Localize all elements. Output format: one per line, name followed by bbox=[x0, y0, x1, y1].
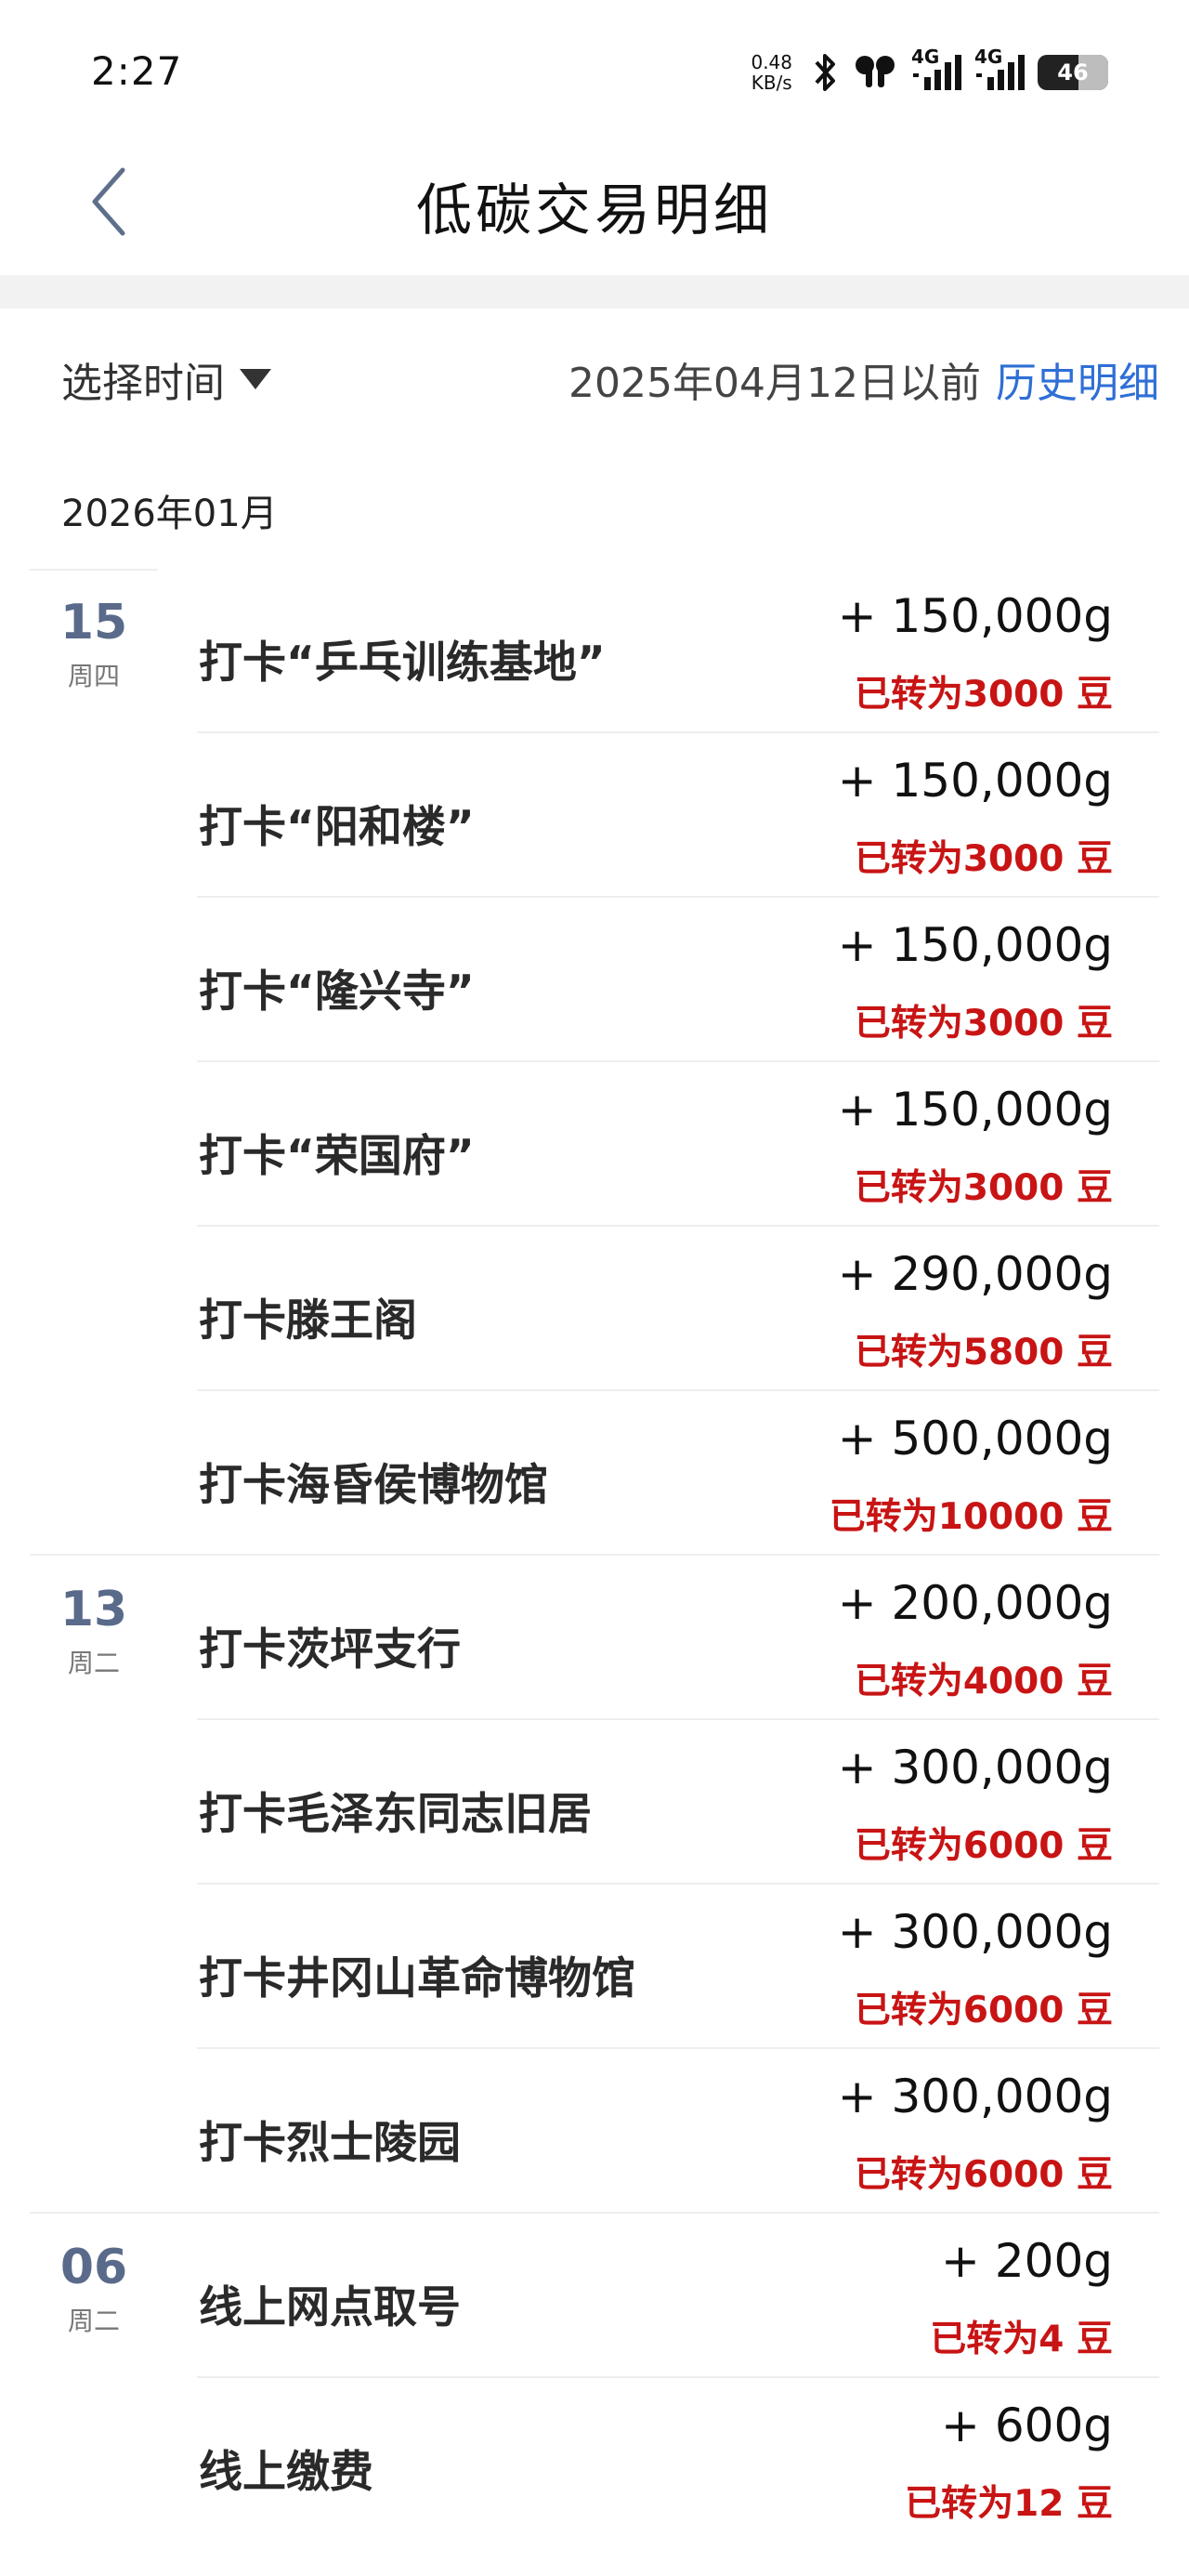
item-title: 打卡“乒乓训练基地” bbox=[199, 637, 606, 689]
item-converted: 已转为12 豆 bbox=[905, 2483, 1113, 2525]
network-speed-value: 0.48 bbox=[751, 51, 792, 73]
select-time-label: 选择时间 bbox=[61, 360, 225, 407]
item-converted: 已转为3000 豆 bbox=[854, 1003, 1113, 1045]
item-converted: 已转为10000 豆 bbox=[829, 1496, 1113, 1538]
item-converted: 已转为6000 豆 bbox=[854, 1825, 1113, 1867]
list-item[interactable]: 打卡“荣国府” + 150,000g 已转为3000 豆 bbox=[0, 1062, 1189, 1227]
item-amount: + 300,000g bbox=[837, 1905, 1113, 1959]
weekday: 周二 bbox=[67, 1648, 120, 1678]
item-converted: 已转为3000 豆 bbox=[854, 1167, 1113, 1209]
item-converted: 已转为6000 豆 bbox=[854, 2154, 1113, 2196]
date-block: 06 周二 bbox=[30, 2214, 158, 2378]
item-title: 打卡烈士陵园 bbox=[199, 2118, 461, 2169]
list-item[interactable]: 打卡毛泽东同志旧居 + 300,000g 已转为6000 豆 bbox=[0, 1720, 1189, 1885]
item-title: 打卡茨坪支行 bbox=[199, 1624, 461, 1676]
day-number: 06 bbox=[59, 2240, 128, 2295]
item-amount: + 200g bbox=[941, 2234, 1113, 2288]
history-details-link[interactable]: 历史明细 bbox=[996, 349, 1159, 409]
item-amount: + 300,000g bbox=[837, 2070, 1113, 2123]
list-item[interactable]: 线上缴费 + 600g 已转为12 豆 bbox=[0, 2378, 1189, 2543]
item-title: 打卡“阳和楼” bbox=[199, 802, 475, 853]
cellular-signal-icon: 4G bbox=[911, 46, 961, 94]
date-note: 2025年04月12日以前 历史明细 bbox=[568, 349, 1159, 409]
cellular-signal-icon-2: 4G bbox=[974, 46, 1025, 94]
item-title: 线上网点取号 bbox=[199, 2282, 461, 2333]
signal-type-label: 4G bbox=[911, 46, 940, 68]
weekday: 周四 bbox=[67, 661, 120, 691]
day-number: 13 bbox=[59, 1582, 128, 1637]
list-item[interactable]: 打卡海昏侯博物馆 + 500,000g 已转为10000 豆 bbox=[0, 1391, 1189, 1556]
item-amount: + 200,000g bbox=[837, 1576, 1113, 1630]
battery-level: 46 bbox=[1057, 59, 1089, 85]
date-block: 13 周二 bbox=[30, 1556, 158, 1720]
item-amount: + 300,000g bbox=[837, 1741, 1113, 1794]
list-item[interactable]: 打卡“隆兴寺” + 150,000g 已转为3000 豆 bbox=[0, 898, 1189, 1062]
list-item[interactable]: 13 周二 打卡茨坪支行 + 200,000g 已转为4000 豆 bbox=[0, 1556, 1189, 1720]
status-bar: 2:27 0.48 KB/s 4G 4G 46 bbox=[0, 0, 1189, 139]
select-time-dropdown[interactable]: 选择时间 bbox=[61, 349, 271, 409]
date-block: 15 周四 bbox=[30, 569, 158, 733]
page-title: 低碳交易明细 bbox=[416, 178, 773, 243]
item-converted: 已转为6000 豆 bbox=[854, 1990, 1113, 2031]
item-amount: + 150,000g bbox=[837, 754, 1113, 808]
list-item[interactable]: 打卡滕王阁 + 290,000g 已转为5800 豆 bbox=[0, 1227, 1189, 1391]
item-amount: + 150,000g bbox=[837, 589, 1113, 643]
battery-icon: 46 bbox=[1038, 55, 1108, 90]
item-amount: + 600g bbox=[941, 2399, 1113, 2452]
earbuds-icon bbox=[852, 51, 898, 94]
item-title: 打卡毛泽东同志旧居 bbox=[199, 1789, 592, 1840]
item-title: 打卡“荣国府” bbox=[199, 1131, 475, 1182]
item-converted: 已转为4 豆 bbox=[930, 2319, 1113, 2360]
item-title: 打卡海昏侯博物馆 bbox=[199, 1460, 548, 1511]
date-cutoff-text: 2025年04月12日以前 bbox=[568, 360, 981, 407]
item-amount: + 150,000g bbox=[837, 1083, 1113, 1137]
item-converted: 已转为3000 豆 bbox=[854, 838, 1113, 880]
item-title: 打卡“隆兴寺” bbox=[199, 966, 475, 1018]
header: 低碳交易明细 bbox=[0, 139, 1189, 275]
item-title: 打卡井冈山革命博物馆 bbox=[199, 1953, 635, 2004]
item-converted: 已转为3000 豆 bbox=[854, 674, 1113, 716]
list-item[interactable]: 06 周二 线上网点取号 + 200g 已转为4 豆 bbox=[0, 2214, 1189, 2378]
network-speed: 0.48 KB/s bbox=[751, 52, 792, 93]
transaction-list: 15 周四 打卡“乒乓训练基地” + 150,000g 已转为3000 豆 打卡… bbox=[0, 569, 1189, 2543]
day-number: 15 bbox=[59, 595, 128, 651]
status-icons: 0.48 KB/s 4G 4G 46 bbox=[751, 46, 1108, 99]
item-title: 线上缴费 bbox=[199, 2447, 373, 2498]
filter-row: 选择时间 2025年04月12日以前 历史明细 bbox=[0, 344, 1189, 418]
list-item[interactable]: 打卡“阳和楼” + 150,000g 已转为3000 豆 bbox=[0, 733, 1189, 898]
bluetooth-icon bbox=[811, 51, 839, 94]
network-speed-unit: KB/s bbox=[751, 72, 792, 94]
item-amount: + 150,000g bbox=[837, 918, 1113, 972]
caret-down-icon bbox=[240, 369, 271, 389]
month-label: 2026年01月 bbox=[61, 493, 278, 535]
list-item[interactable]: 15 周四 打卡“乒乓训练基地” + 150,000g 已转为3000 豆 bbox=[0, 569, 1189, 733]
list-item[interactable]: 打卡井冈山革命博物馆 + 300,000g 已转为6000 豆 bbox=[0, 1885, 1189, 2049]
item-amount: + 500,000g bbox=[837, 1412, 1113, 1465]
list-item[interactable]: 打卡烈士陵园 + 300,000g 已转为6000 豆 bbox=[0, 2049, 1189, 2214]
signal-type-label-2: 4G bbox=[974, 46, 1003, 68]
section-divider bbox=[0, 275, 1189, 309]
item-converted: 已转为4000 豆 bbox=[854, 1661, 1113, 1702]
item-converted: 已转为5800 豆 bbox=[854, 1332, 1113, 1373]
status-time: 2:27 bbox=[91, 48, 183, 94]
item-amount: + 290,000g bbox=[837, 1247, 1113, 1301]
weekday: 周二 bbox=[67, 2306, 120, 2336]
item-title: 打卡滕王阁 bbox=[199, 1295, 417, 1347]
